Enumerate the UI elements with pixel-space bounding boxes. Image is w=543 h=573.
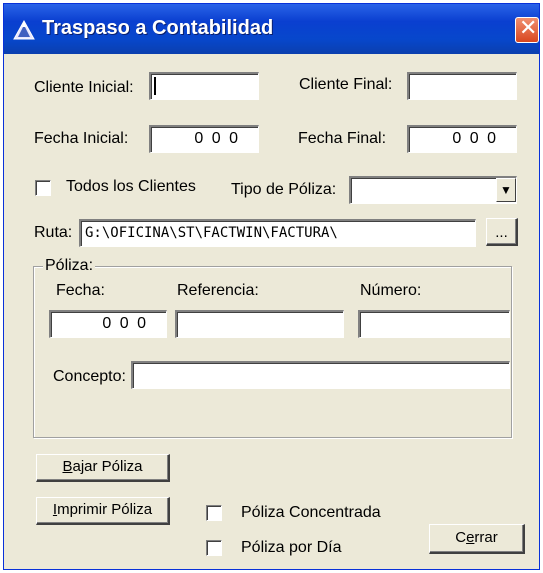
poliza-concentrada-checkbox[interactable] <box>206 505 222 521</box>
poliza-group-label: Póliza: <box>43 257 96 275</box>
dropdown-button[interactable]: ▼ <box>496 178 516 202</box>
fecha-inicial-label: Fecha Inicial: <box>34 130 129 147</box>
ruta-input[interactable]: G:\OFICINA\ST\FACTWIN\FACTURA\ <box>79 219 476 247</box>
poliza-por-dia-checkbox[interactable] <box>206 540 222 556</box>
window-title: Traspaso a Contabilidad <box>42 17 274 39</box>
poliza-concentrada-label[interactable]: Póliza Concentrada <box>241 504 381 522</box>
browse-button[interactable]: ... <box>486 218 518 246</box>
title-bar[interactable]: Traspaso a Contabilidad ✕ <box>4 4 539 54</box>
cliente-final-label: Cliente Final: <box>299 76 393 93</box>
fecha-final-label: Fecha Final: <box>298 130 387 147</box>
poliza-referencia-input[interactable] <box>175 310 344 338</box>
tipo-poliza-label: Tipo de Póliza: <box>231 181 337 198</box>
bajar-poliza-button[interactable]: Bajar Póliza <box>36 454 170 482</box>
poliza-fecha-label: Fecha: <box>56 282 105 299</box>
poliza-numero-label: Número: <box>360 282 422 299</box>
poliza-por-dia-label[interactable]: Póliza por Día <box>241 539 342 557</box>
poliza-numero-input[interactable] <box>358 310 510 338</box>
cliente-inicial-input[interactable] <box>149 72 259 100</box>
imprimir-poliza-button[interactable]: Imprimir Póliza <box>36 497 170 525</box>
bajar-poliza-mnemonic: B <box>62 458 73 475</box>
cliente-final-input[interactable] <box>407 72 517 100</box>
fecha-final-input[interactable]: 0 0 0 <box>407 125 517 153</box>
poliza-concepto-label: Concepto: <box>53 368 126 385</box>
todos-clientes-label[interactable]: Todos los Clientes <box>66 178 196 196</box>
todos-clientes-checkbox[interactable] <box>35 180 51 196</box>
fecha-inicial-input[interactable]: 0 0 0 <box>149 125 259 153</box>
cerrar-button[interactable]: Cerrar <box>429 524 525 554</box>
bajar-poliza-label: ajar Póliza <box>72 458 143 475</box>
close-button[interactable]: ✕ <box>515 16 539 43</box>
ruta-label: Ruta: <box>34 224 73 241</box>
close-icon: ✕ <box>519 16 538 41</box>
tipo-poliza-select[interactable]: ▼ <box>349 176 517 204</box>
chevron-down-icon: ▼ <box>500 183 512 197</box>
cerrar-label-rest: rrar <box>474 529 498 546</box>
cliente-inicial-label: Cliente Inicial: <box>34 79 134 96</box>
cerrar-label-c: C <box>455 529 467 546</box>
poliza-concepto-input[interactable] <box>131 361 510 389</box>
text-caret <box>154 77 156 95</box>
imprimir-poliza-label: mprimir Póliza <box>57 501 153 518</box>
poliza-referencia-label: Referencia: <box>177 282 259 299</box>
poliza-fecha-input[interactable]: 0 0 0 <box>49 310 167 338</box>
app-icon <box>13 20 35 40</box>
